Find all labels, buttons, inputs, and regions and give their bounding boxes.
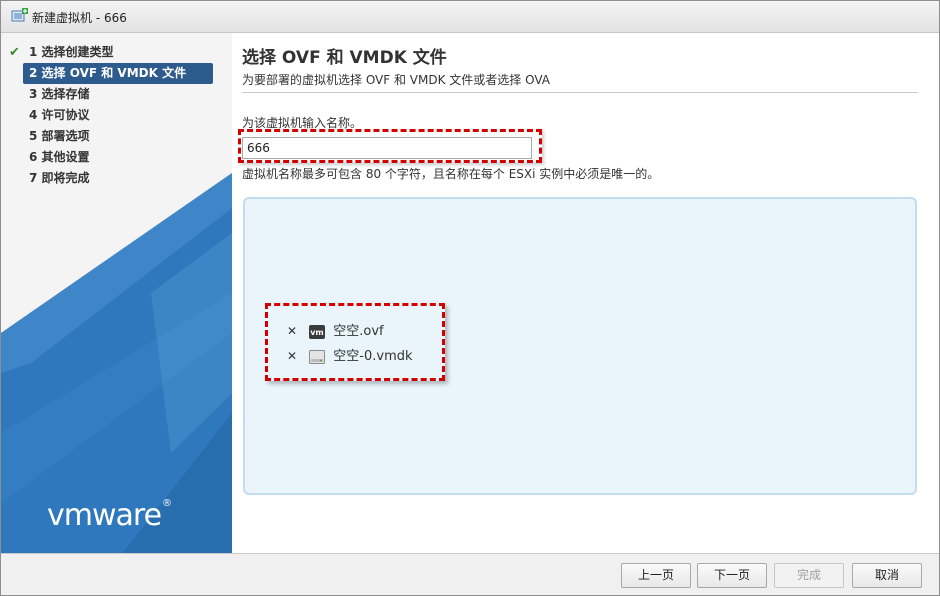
divider — [242, 92, 918, 93]
finish-button[interactable]: 完成 — [774, 563, 844, 588]
step-license-agreement[interactable]: 4 许可协议 — [23, 105, 213, 126]
file-name: 空空.ovf — [333, 324, 384, 339]
step-select-creation-type[interactable]: 1 选择创建类型 — [23, 42, 213, 63]
file-name: 空空-0.vmdk — [333, 349, 413, 364]
file-item: ✕ 空空-0.vmdk — [287, 346, 413, 366]
vm-name-help-text: 虚拟机名称最多可包含 80 个字符，且名称在每个 ESXi 实例中必须是唯一的。 — [242, 167, 660, 181]
window-title: 新建虚拟机 - 666 — [32, 11, 127, 25]
disk-icon — [309, 349, 326, 364]
main-content: 选择 OVF 和 VMDK 文件 为要部署的虚拟机选择 OVF 和 VMDK 文… — [232, 33, 939, 554]
page-subtitle: 为要部署的虚拟机选择 OVF 和 VMDK 文件或者选择 OVA — [242, 73, 550, 87]
file-item: ✕ vm 空空.ovf — [287, 321, 384, 341]
page-title: 选择 OVF 和 VMDK 文件 — [242, 48, 447, 68]
vmware-logo: vmware® — [47, 498, 172, 533]
checkmark-icon: ✔ — [9, 45, 20, 60]
wizard-footer: 上一页 下一页 完成 取消 — [1, 553, 939, 595]
step-ready-to-complete[interactable]: 7 即将完成 — [23, 168, 213, 189]
svg-text:vm: vm — [310, 328, 324, 337]
title-bar: 新建虚拟机 - 666 — [1, 1, 939, 33]
new-vm-icon — [11, 8, 28, 22]
new-vm-dialog: 新建虚拟机 - 666 ✔ 1 选择创建类型 2 选择 OVF 和 VMDK 文… — [0, 0, 940, 596]
back-button[interactable]: 上一页 — [621, 563, 691, 588]
vm-icon: vm — [309, 324, 326, 339]
remove-file-icon[interactable]: ✕ — [287, 346, 301, 366]
remove-file-icon[interactable]: ✕ — [287, 321, 301, 341]
next-button[interactable]: 下一页 — [697, 563, 767, 588]
step-select-storage[interactable]: 3 选择存储 — [23, 84, 213, 105]
vm-name-label: 为该虚拟机输入名称。 — [242, 116, 363, 130]
step-additional-settings[interactable]: 6 其他设置 — [23, 147, 213, 168]
cancel-button[interactable]: 取消 — [852, 563, 922, 588]
wizard-sidebar: ✔ 1 选择创建类型 2 选择 OVF 和 VMDK 文件 3 选择存储 4 许… — [1, 33, 232, 554]
step-select-ovf-vmdk[interactable]: 2 选择 OVF 和 VMDK 文件 — [23, 63, 213, 84]
step-deployment-options[interactable]: 5 部署选项 — [23, 126, 213, 147]
vm-name-input[interactable] — [242, 137, 532, 159]
